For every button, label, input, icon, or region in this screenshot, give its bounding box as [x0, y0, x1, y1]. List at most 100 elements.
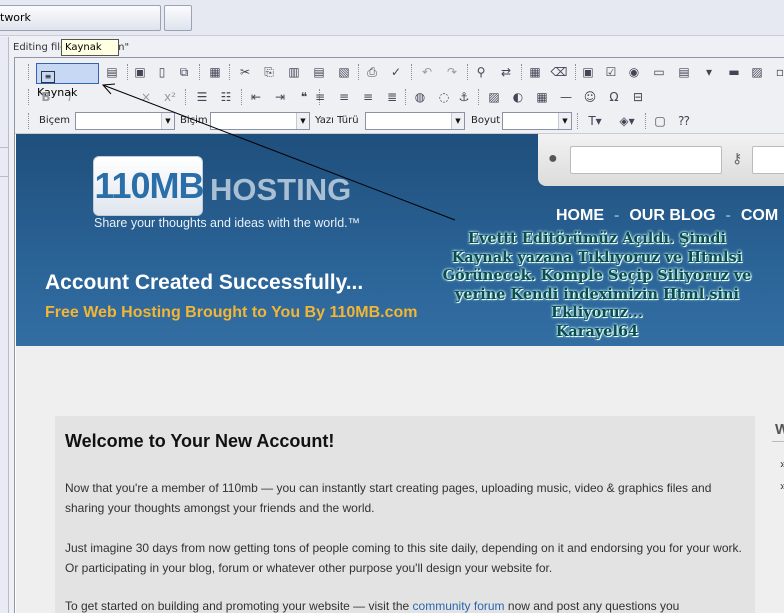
nav-home[interactable]: HOME	[556, 207, 604, 224]
checkbox-icon[interactable]: ☑	[602, 63, 620, 81]
chevron-down-icon: ▼	[558, 113, 571, 129]
new-page-icon[interactable]: ▯	[153, 63, 171, 81]
save-icon[interactable]: ▣	[131, 63, 149, 81]
nav-separator: -	[725, 207, 731, 224]
horizontal-rule-icon[interactable]: —	[557, 88, 575, 106]
numbered-list-icon[interactable]: ☰	[193, 88, 211, 106]
select-all-icon[interactable]: ▦	[526, 63, 544, 81]
get-started-paragraph: To get started on building and promoting…	[65, 596, 750, 613]
text-field-icon[interactable]: ▭	[650, 63, 668, 81]
italic-icon[interactable]: I	[61, 88, 79, 106]
textarea-icon[interactable]: ▤	[675, 63, 693, 81]
justify-icon[interactable]: ≣	[383, 88, 401, 106]
bullet-list-icon[interactable]: ☷	[217, 88, 235, 106]
undo-icon[interactable]: ↶	[418, 63, 436, 81]
annotation-text: Evettt Editörümüz Açıldı. Şimdi Kaynak y…	[420, 230, 774, 341]
hero-subtitle: Free Web Hosting Brought to You By 110MB…	[45, 304, 418, 321]
spellcheck-icon[interactable]: ✓	[387, 63, 405, 81]
toolbar-grip	[405, 89, 408, 105]
size-combo-label: Boyut	[471, 115, 501, 126]
sidebar-bullet[interactable]: »	[780, 479, 784, 493]
hidden-field-icon[interactable]: ▫	[771, 63, 784, 81]
paste-text-icon[interactable]: ▤	[310, 63, 328, 81]
print-icon[interactable]: ⎙	[363, 63, 381, 81]
toolbar-grip	[467, 64, 470, 80]
image-button-icon[interactable]: ▨	[748, 63, 766, 81]
editor-toolbar: ≡Kaynak ▤ ▣ ▯ ⧉ ▦ ✂ ⎘ ▥ ▤ ▧ ⎙ ✓ ↶ ↷ ⚲ ⇄ …	[15, 58, 784, 134]
site-nav: HOME - OUR BLOG - COM	[556, 207, 784, 225]
toolbar-grip	[229, 64, 232, 80]
indent-icon[interactable]: ⇥	[271, 88, 289, 106]
nav-separator: -	[614, 207, 620, 224]
cut-icon[interactable]: ✂	[236, 63, 254, 81]
maximize-icon[interactable]: ▢	[651, 112, 669, 130]
format-combo[interactable]: ▼	[210, 112, 310, 130]
page-break-icon[interactable]: ⊟	[629, 88, 647, 106]
replace-icon[interactable]: ⇄	[497, 63, 515, 81]
nav-our-blog[interactable]: OUR BLOG	[629, 207, 715, 224]
page-properties-icon[interactable]: ▦	[206, 63, 224, 81]
flash-icon[interactable]: ◐	[509, 88, 527, 106]
strike-icon[interactable]: ×	[137, 88, 155, 106]
annotation-signature: Karayel64	[555, 322, 639, 340]
source-button[interactable]: ≡Kaynak	[36, 63, 99, 99]
paste-word-icon[interactable]: ▧	[335, 63, 353, 81]
align-center-icon[interactable]: ≡	[335, 88, 353, 106]
paste-icon[interactable]: ▥	[285, 63, 303, 81]
toolbar-row-2: B I × x² ☰ ☷ ⇤ ⇥ ❝ ≡ ≡ ≡ ≣ ◍ ◌ ⚓ ▨ ◐ ▦ —…	[15, 86, 784, 108]
smiley-icon[interactable]: ☺	[581, 88, 599, 106]
background-color-icon[interactable]: ◈▾	[615, 112, 639, 130]
network-tab[interactable]: twork	[0, 5, 161, 31]
password-input[interactable]	[752, 146, 784, 174]
network-tab-label: twork	[0, 11, 31, 24]
form-icon[interactable]: ▣	[579, 63, 597, 81]
copy-icon[interactable]: ⎘	[260, 63, 278, 81]
align-left-icon[interactable]: ≡	[311, 88, 329, 106]
bold-icon[interactable]: B	[37, 88, 55, 106]
link-icon[interactable]: ◍	[411, 88, 429, 106]
nav-community[interactable]: COM	[741, 207, 778, 224]
username-input[interactable]	[570, 146, 722, 174]
align-right-icon[interactable]: ≡	[359, 88, 377, 106]
redo-icon[interactable]: ↷	[443, 63, 461, 81]
site-preview: 110MB HOSTING Share your thoughts and id…	[16, 134, 784, 613]
templates-icon[interactable]: ▤	[103, 63, 121, 81]
unlink-icon[interactable]: ◌	[435, 88, 453, 106]
welcome-heading: Welcome to Your New Account!	[65, 431, 335, 451]
text-color-icon[interactable]: T▾	[583, 112, 607, 130]
image-icon[interactable]: ▨	[485, 88, 503, 106]
find-icon[interactable]: ⚲	[472, 63, 490, 81]
style-combo-label: Biçem	[39, 115, 71, 126]
font-combo-label: Yazı Türü	[315, 115, 359, 126]
special-char-icon[interactable]: Ω	[605, 88, 623, 106]
community-forum-link[interactable]: community forum	[413, 599, 505, 613]
chevron-down-icon: ▼	[451, 113, 464, 129]
toolbar-grip	[411, 64, 414, 80]
outdent-icon[interactable]: ⇤	[247, 88, 265, 106]
toolbar-grip	[127, 64, 130, 80]
size-combo[interactable]: ▼	[502, 112, 572, 130]
new-tab-button[interactable]	[164, 5, 192, 31]
sidebar-bullet[interactable]: »	[780, 457, 784, 471]
style-combo[interactable]: ▼	[75, 112, 175, 130]
logo-word: HOSTING	[210, 172, 352, 207]
font-combo[interactable]: ▼	[365, 112, 465, 130]
logo-number: 110MB	[94, 165, 204, 206]
key-icon: ⚷	[732, 150, 743, 166]
show-blocks-icon[interactable]: ⁇	[675, 112, 693, 130]
preview-icon[interactable]: ⧉	[175, 63, 193, 81]
button-field-icon[interactable]: ▬	[725, 63, 743, 81]
welcome-box: Welcome to Your New Account! Now that yo…	[55, 416, 755, 613]
source-tooltip: Kaynak	[61, 39, 119, 56]
select-field-icon[interactable]: ▾	[700, 63, 718, 81]
toolbar-grip	[577, 113, 580, 129]
toolbar-grip	[645, 113, 648, 129]
superscript-icon[interactable]: x²	[161, 88, 179, 106]
toolbar-grip	[28, 113, 31, 129]
remove-format-icon[interactable]: ⌫	[550, 63, 568, 81]
radio-icon[interactable]: ◉	[625, 63, 643, 81]
format-combo-label: Biçim	[180, 115, 208, 126]
table-icon[interactable]: ▦	[533, 88, 551, 106]
sidebar-divider	[772, 441, 784, 442]
anchor-icon[interactable]: ⚓	[455, 88, 473, 106]
